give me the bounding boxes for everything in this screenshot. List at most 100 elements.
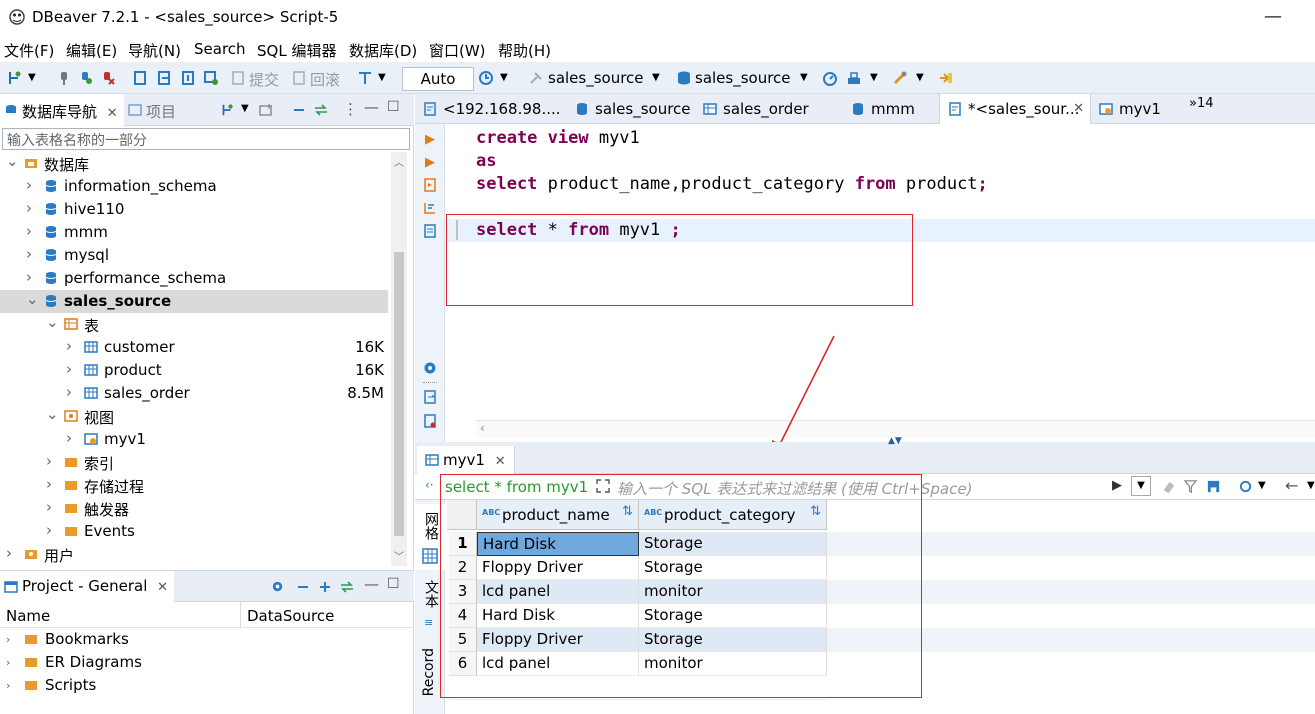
transaction-log-icon[interactable] [357,70,373,86]
new-connection-icon[interactable] [220,103,234,117]
chevron-left-icon[interactable]: ‹ [480,421,485,435]
tab-result-myv1[interactable]: myv1 ✕ [417,446,515,474]
navigator-scrollbar[interactable]: ︿ ﹀ [391,152,407,566]
rollback-button[interactable]: 回滚 [310,69,340,90]
tree-node[interactable]: ⌄ 视图 [0,405,388,428]
editor-tab[interactable]: *<sales_sour... ✕ [939,94,1091,124]
load-plan-icon[interactable] [423,224,437,238]
tree-node[interactable]: › hive110 [0,198,388,221]
chevron-down-icon[interactable]: ﹀ [394,548,404,563]
invalidate-icon[interactable] [78,70,94,86]
sql-template-icon[interactable] [846,70,862,86]
maximize-panel-icon[interactable]: ☐ [387,99,400,115]
editor-tab[interactable]: sales_order [695,94,843,124]
chevron-down-icon[interactable]: ▼ [870,72,878,83]
chevron-down-icon[interactable]: ▼ [1258,480,1266,491]
dashboard-icon[interactable] [822,70,838,86]
collapse-all-icon[interactable] [296,580,310,594]
minimize-button[interactable]: — [1264,6,1282,27]
chevron-right-icon[interactable]: › [46,521,52,539]
tree-node[interactable]: › 触发器 [0,497,388,520]
chevron-right-icon[interactable]: › [66,429,72,447]
maximize-panel-icon[interactable]: ☐ [387,576,400,592]
export-icon[interactable] [423,390,437,404]
chevron-up-icon[interactable]: ︿ [394,154,404,169]
link-with-editor-icon[interactable] [340,580,354,594]
tree-node[interactable]: › sales_order 8.5M [0,382,388,405]
chevron-right-icon[interactable]: › [66,337,72,355]
refresh-icon[interactable] [1238,479,1253,494]
tab-projects[interactable]: 项目 [128,101,176,122]
chevron-right-icon[interactable]: › [6,656,10,669]
chevron-down-icon[interactable]: ▼ [800,72,808,83]
tree-node[interactable]: › information_schema [0,175,388,198]
project-item-er-diagrams[interactable]: › ER Diagrams [0,651,388,674]
apply-filter-icon[interactable]: ▶ [1112,478,1122,493]
menu-window[interactable]: 窗口(W) [429,40,486,61]
column-datasource-header[interactable]: DataSource [247,607,334,625]
commit-icon[interactable] [230,70,246,86]
more-tabs-button[interactable]: »14 [1181,94,1221,124]
tools-icon[interactable] [892,70,908,86]
menu-edit[interactable]: 编辑(E) [66,40,117,61]
chevron-down-icon[interactable]: ▼ [28,72,36,83]
tree-node[interactable]: › customer 16K [0,336,388,359]
clear-filter-icon[interactable] [1161,479,1176,494]
tree-node[interactable]: › 索引 [0,451,388,474]
isolation-level-icon[interactable] [203,70,219,86]
chevron-down-icon[interactable]: ⌄ [6,152,19,170]
chevron-right-icon[interactable]: › [46,475,52,493]
editor-tab[interactable]: sales_source [567,94,695,124]
filter-history-dropdown[interactable]: ▼ [1131,476,1151,496]
chevron-right-icon[interactable]: › [26,222,32,240]
smart-commit-icon[interactable] [180,70,196,86]
editor-tab[interactable]: myv1 [1091,94,1181,124]
save-filter-icon[interactable] [1206,479,1221,494]
chevron-right-icon[interactable]: › [6,679,10,692]
tree-node[interactable]: ⌄ sales_source [0,290,388,313]
new-connection-icon[interactable] [6,70,22,86]
chevron-down-icon[interactable]: ▼ [500,72,508,83]
chevron-right-icon[interactable]: › [26,176,32,194]
rollback-icon[interactable] [291,70,307,86]
active-schema[interactable]: sales_source [695,69,791,87]
tab-database-navigator[interactable]: 数据库导航 ✕ [0,94,124,126]
link-editor-icon[interactable] [938,70,954,86]
expand-all-icon[interactable] [318,580,332,594]
close-icon[interactable]: ✕ [107,106,118,121]
disconnect-icon[interactable] [100,70,116,86]
minimize-panel-icon[interactable]: — [364,98,379,116]
chevron-right-icon[interactable]: › [26,268,32,286]
editor-tab[interactable]: <192.168.98.... [415,94,567,124]
active-datasource[interactable]: sales_source [548,69,644,87]
new-script-icon[interactable] [423,414,437,428]
tree-node[interactable]: › Events [0,520,388,543]
chevron-down-icon[interactable]: ▼ [652,72,660,83]
menu-file[interactable]: 文件(F) [4,40,54,61]
execute-in-new-tab-icon[interactable]: ▶ [425,155,435,170]
menu-sql-editor[interactable]: SQL 编辑器 [257,40,336,61]
close-icon[interactable]: ✕ [1073,101,1084,116]
commit-button[interactable]: 提交 [249,69,279,90]
chevron-right-icon[interactable]: › [46,452,52,470]
tree-node[interactable]: › product 16K [0,359,388,382]
filter-settings-icon[interactable] [1183,479,1198,494]
new-folder-icon[interactable] [259,103,273,117]
close-icon[interactable]: ✕ [495,454,506,469]
history-icon[interactable] [478,70,494,86]
tab-project-general[interactable]: Project - General ✕ [0,571,175,602]
scrollbar-thumb[interactable] [394,252,404,536]
chevron-down-icon[interactable]: ⌄ [26,290,39,308]
auto-commit-select[interactable]: Auto [402,67,474,91]
gear-icon[interactable] [422,360,438,376]
chevron-right-icon[interactable]: › [46,498,52,516]
chevron-down-icon[interactable]: ▼ [1307,480,1315,491]
chevron-down-icon[interactable]: ⌄ [46,313,59,331]
chevron-down-icon[interactable]: ▼ [378,72,386,83]
view-menu-icon[interactable]: ⋮ [343,100,358,118]
chevron-down-icon[interactable]: ⌄ [46,405,59,423]
chevron-right-icon[interactable]: › [26,245,32,263]
menu-search[interactable]: Search [194,40,246,58]
chevron-down-icon[interactable]: ▼ [916,72,924,83]
tree-node[interactable]: › myv1 [0,428,388,451]
